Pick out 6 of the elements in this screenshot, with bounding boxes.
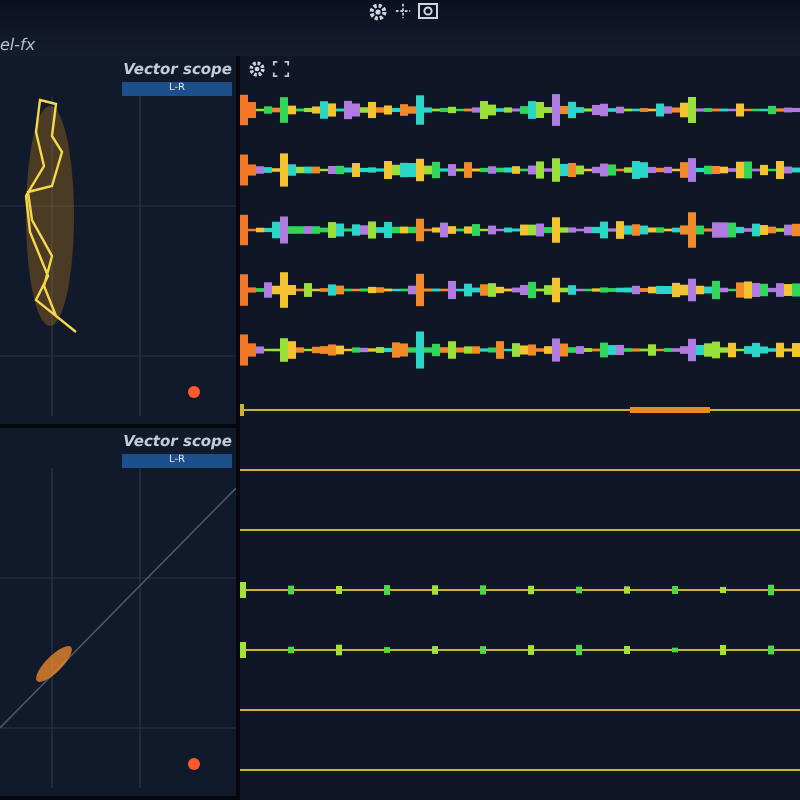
settings-icon[interactable]: [368, 2, 388, 22]
camera-icon[interactable]: [418, 2, 438, 20]
fullscreen-icon[interactable]: [272, 59, 290, 77]
sparkle-icon[interactable]: [394, 2, 412, 20]
settings-icon[interactable]: [248, 59, 266, 77]
window-title: el-fx: [0, 36, 36, 54]
